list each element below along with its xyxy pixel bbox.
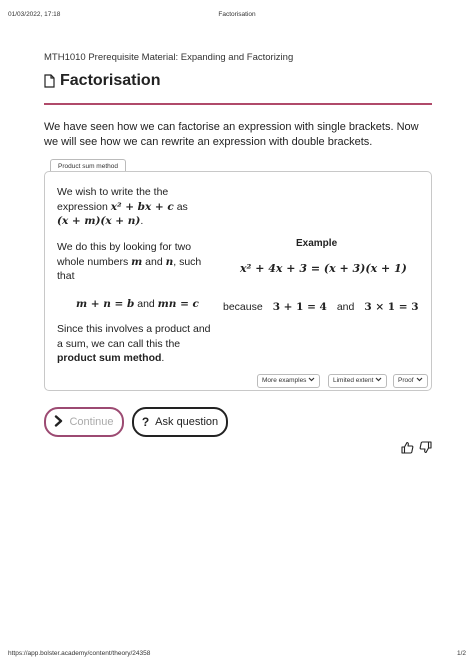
card-paragraph-2: We do this by looking for two whole numb… — [57, 240, 227, 284]
chevron-right-icon — [54, 414, 63, 430]
card-paragraph-1: We wish to write the the expression x² +… — [57, 185, 227, 229]
ask-question-button[interactable]: ? Ask question — [132, 407, 228, 437]
example-heading: Example — [296, 238, 338, 249]
ask-question-label: Ask question — [155, 416, 219, 428]
document-icon — [44, 74, 55, 88]
example-reason: because 3 + 1 = 4 and 3 × 1 = 3 — [223, 300, 423, 315]
card-text: and — [336, 301, 355, 313]
dropdown-label: More examples — [262, 377, 307, 384]
continue-button[interactable]: Continue — [44, 407, 124, 437]
card-text-line: (x + m)(x + n). — [57, 214, 227, 229]
card-text: Since this involves a product and — [57, 323, 211, 335]
continue-label: Continue — [69, 416, 114, 428]
math-expression: x² + 4x + 3 = (x + 3)(x + 1) — [240, 262, 407, 275]
dropdown-more-examples[interactable]: More examples — [257, 374, 321, 388]
chevron-down-icon — [308, 375, 315, 387]
card-text: We wish to write the the — [57, 186, 169, 198]
dropdown-proof[interactable]: Proof — [393, 374, 428, 388]
card-text: , such — [173, 255, 202, 268]
card-text-bold: product sum method — [57, 352, 162, 364]
math-expression: (x + m)(x + n) — [57, 215, 141, 227]
card-text-line: product sum method. — [57, 351, 232, 366]
card-text-line: whole numbers m and n, such — [57, 255, 227, 270]
page-title-row: Factorisation — [44, 72, 160, 90]
dropdown-label: Proof — [398, 377, 414, 384]
math-expression: m + n = b — [76, 298, 135, 310]
math-expression: mn = c — [157, 298, 199, 310]
math-variable: m — [131, 255, 143, 268]
course-breadcrumb[interactable]: MTH1010 Prerequisite Material: Expanding… — [44, 52, 293, 63]
card-text: a sum, we can call this the — [57, 337, 181, 350]
dropdown-label: Limited extent — [333, 377, 374, 384]
math-expression: 3 + 1 = 4 — [272, 301, 327, 313]
card-text: . — [140, 215, 144, 227]
math-expression: x² + bx + c — [110, 200, 174, 213]
card-text: that — [57, 270, 75, 282]
thumbs-down-icon[interactable] — [419, 441, 432, 459]
card-text: as — [173, 200, 188, 213]
print-url: https://app.bolster.academy/content/theo… — [8, 650, 151, 657]
title-divider — [44, 103, 432, 105]
dropdown-limited-extent[interactable]: Limited extent — [328, 374, 388, 388]
intro-paragraph: We have seen how we can factorise an exp… — [44, 121, 419, 148]
chevron-down-icon — [416, 375, 423, 387]
card-text: because — [223, 301, 263, 313]
card-paragraph-3: Since this involves a product and a sum,… — [57, 322, 232, 366]
card-text: We do this by looking for two — [57, 241, 192, 253]
card-text: and — [142, 255, 166, 268]
thumbs-up-icon[interactable] — [401, 441, 414, 459]
print-page-number: 1/2 — [456, 650, 466, 657]
print-doc-title: Factorisation — [218, 11, 256, 18]
example-equation: x² + 4x + 3 = (x + 3)(x + 1) — [240, 262, 407, 277]
card-text: whole numbers — [57, 255, 132, 268]
card-text: . — [161, 352, 165, 364]
math-expression: 3 × 1 = 3 — [364, 301, 419, 313]
chevron-down-icon — [375, 375, 382, 387]
card-text: and — [134, 298, 158, 310]
card-text-line: expression x² + bx + c as — [57, 200, 227, 215]
question-mark-icon: ? — [141, 415, 150, 429]
page-title: Factorisation — [60, 72, 161, 89]
card-text: expression — [57, 200, 111, 213]
sum-product-equations: m + n = b and mn = c — [76, 297, 199, 312]
